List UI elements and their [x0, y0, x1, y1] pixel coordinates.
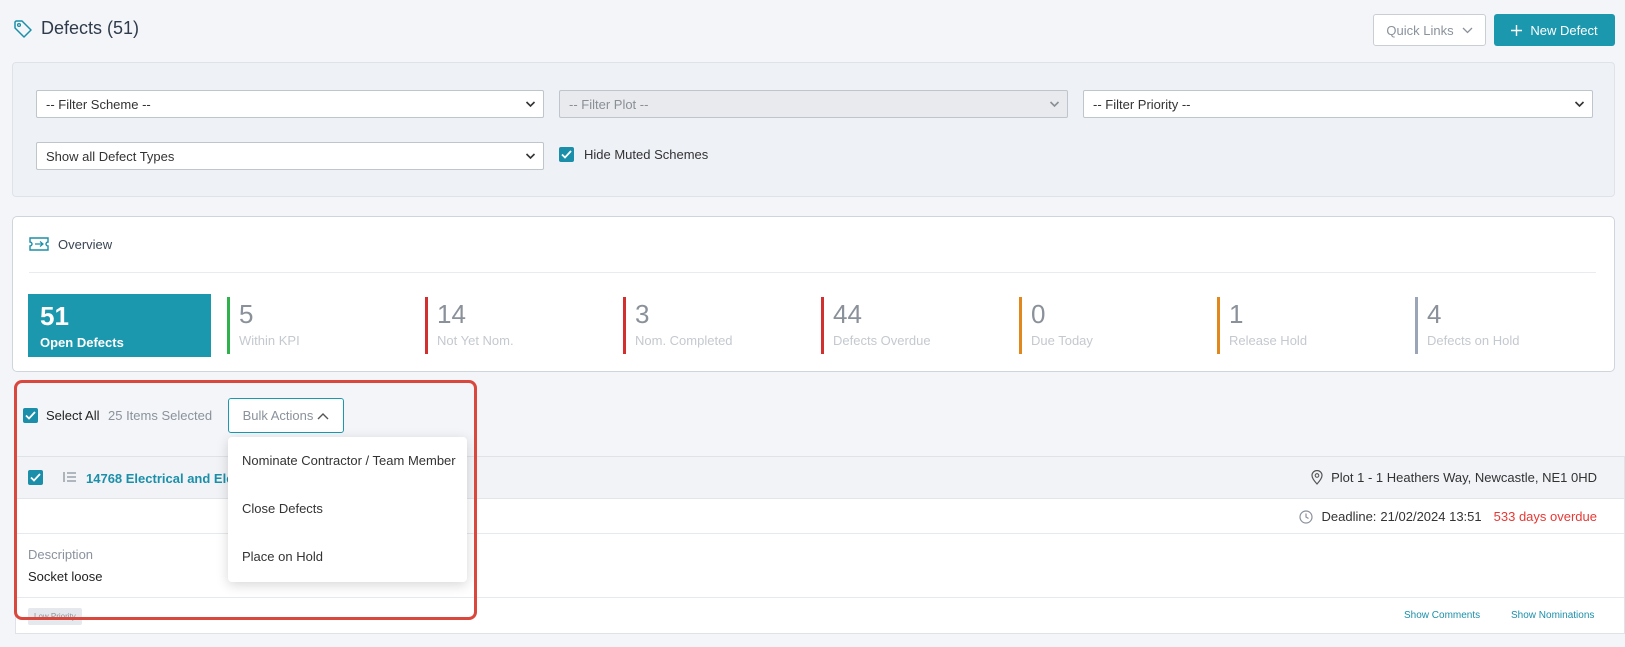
stat-label: Open Defects: [40, 335, 124, 350]
filter-priority-value: -- Filter Priority --: [1093, 96, 1191, 112]
filter-plot-select[interactable]: -- Filter Plot --: [559, 90, 1068, 118]
stat-defects-overdue[interactable]: 44 Defects Overdue: [821, 297, 931, 354]
hide-muted-toggle[interactable]: Hide Muted Schemes: [559, 147, 708, 162]
chevron-down-icon: [1462, 27, 1473, 33]
location-pin-icon: [1311, 470, 1323, 485]
defect-title-link[interactable]: 14768 Electrical and Elec: [86, 471, 241, 486]
hide-muted-checkbox[interactable]: [559, 147, 574, 162]
show-comments-link[interactable]: Show Comments: [1404, 610, 1480, 621]
overdue-text: 533 days overdue: [1493, 509, 1597, 524]
check-icon: [25, 411, 36, 420]
filter-priority-select[interactable]: -- Filter Priority --: [1083, 90, 1593, 118]
stat-defects-on-hold[interactable]: 4 Defects on Hold: [1415, 297, 1520, 354]
filter-scheme-value: -- Filter Scheme --: [46, 96, 151, 112]
chevron-down-icon: [525, 101, 536, 108]
stat-value: 1: [1229, 299, 1244, 329]
defect-location-text: Plot 1 - 1 Heathers Way, Newcastle, NE1 …: [1331, 470, 1597, 485]
check-icon: [561, 150, 572, 159]
priority-badge: Low Priority: [28, 608, 82, 625]
deadline-value: 21/02/2024 13:51: [1380, 509, 1482, 524]
stat-value: 5: [239, 299, 254, 329]
hide-muted-label: Hide Muted Schemes: [584, 147, 709, 162]
menu-item-nominate[interactable]: Nominate Contractor / Team Member: [242, 453, 456, 468]
overview-header: Overview: [29, 236, 112, 252]
filter-scheme-select[interactable]: -- Filter Scheme --: [36, 90, 544, 118]
stat-label: Nom. Completed: [635, 333, 733, 348]
stat-label: Release Hold: [1229, 333, 1308, 348]
menu-item-close-defects[interactable]: Close Defects: [242, 501, 323, 516]
new-defect-label: New Defect: [1530, 22, 1598, 38]
select-all-checkbox[interactable]: [23, 408, 38, 423]
quick-links-button[interactable]: Quick Links: [1373, 14, 1486, 46]
clock-icon: [1299, 509, 1314, 524]
bulk-actions-button[interactable]: Bulk Actions: [228, 398, 344, 433]
stat-label: Defects Overdue: [833, 333, 931, 348]
select-all-label: Select All: [46, 408, 100, 423]
deadline-label: Deadline:: [1321, 509, 1377, 524]
defect-card-footer: Low Priority Show Comments Show Nominati…: [16, 597, 1624, 635]
quick-links-label: Quick Links: [1386, 22, 1454, 38]
select-all-toggle[interactable]: Select All: [23, 408, 99, 423]
stat-release-hold[interactable]: 1 Release Hold: [1217, 297, 1307, 354]
stat-label: Not Yet Nom.: [437, 333, 514, 348]
menu-item-place-on-hold[interactable]: Place on Hold: [242, 549, 323, 564]
bulk-actions-menu: Nominate Contractor / Team Member Close …: [228, 437, 467, 582]
stat-value: 14: [437, 299, 466, 329]
stat-value: 3: [635, 299, 650, 329]
stat-label: Within KPI: [239, 333, 300, 348]
defect-types-value: Show all Defect Types: [46, 148, 175, 164]
selected-count: 25 Items Selected: [108, 408, 213, 423]
bulk-actions-label: Bulk Actions: [242, 408, 314, 423]
stat-within-kpi[interactable]: 5 Within KPI: [227, 297, 300, 354]
stat-open-defects[interactable]: 51 Open Defects: [28, 294, 211, 357]
overview-title: Overview: [58, 236, 113, 252]
description-label: Description: [28, 547, 94, 562]
chevron-up-icon: [317, 412, 329, 419]
chevron-down-icon: [1574, 101, 1585, 108]
ticket-icon: [29, 237, 49, 251]
check-icon: [30, 473, 41, 482]
chevron-down-icon: [525, 153, 536, 160]
new-defect-button[interactable]: New Defect: [1494, 14, 1615, 46]
defect-types-select[interactable]: Show all Defect Types: [36, 142, 544, 170]
stat-nom-completed[interactable]: 3 Nom. Completed: [623, 297, 733, 354]
plus-icon: [1511, 24, 1523, 36]
page-title: Defects (51): [41, 18, 140, 38]
show-nominations-link[interactable]: Show Nominations: [1511, 610, 1594, 621]
stat-value: 44: [833, 299, 862, 329]
filter-plot-value: -- Filter Plot --: [569, 96, 649, 112]
list-icon: [63, 472, 76, 482]
overview-panel: Overview 51 Open Defects 5 Within KPI 14…: [12, 216, 1615, 372]
tag-icon: [14, 19, 32, 38]
filter-panel: -- Filter Scheme -- -- Filter Plot -- --…: [12, 62, 1615, 197]
stat-label: Due Today: [1031, 333, 1093, 348]
defect-checkbox[interactable]: [28, 470, 43, 485]
overview-divider: [29, 272, 1596, 273]
stat-value: 51: [40, 301, 69, 331]
stat-value: 0: [1031, 299, 1046, 329]
defect-location: Plot 1 - 1 Heathers Way, Newcastle, NE1 …: [1311, 470, 1597, 485]
stat-value: 4: [1427, 299, 1442, 329]
page-header: Defects (51): [13, 18, 139, 39]
stat-label: Defects on Hold: [1427, 333, 1520, 348]
stat-due-today[interactable]: 0 Due Today: [1019, 297, 1093, 354]
chevron-down-icon: [1049, 101, 1060, 108]
description-value: Socket loose: [28, 569, 103, 584]
stat-not-yet-nominated[interactable]: 14 Not Yet Nom.: [425, 297, 514, 354]
